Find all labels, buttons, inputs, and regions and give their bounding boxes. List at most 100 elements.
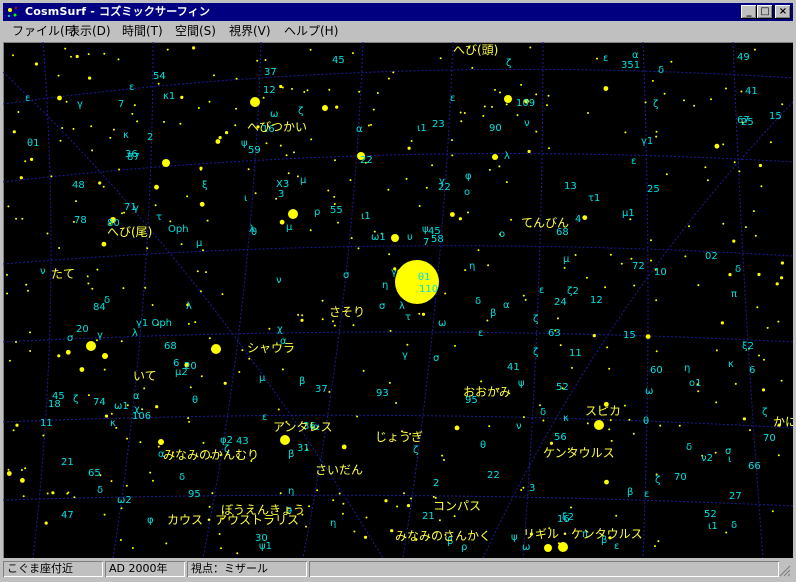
star-label: 45 xyxy=(52,391,65,402)
star-label: γ xyxy=(77,99,83,110)
star xyxy=(403,492,405,495)
star xyxy=(678,424,681,427)
star xyxy=(722,143,725,146)
constellation-name[interactable]: へび(頭) xyxy=(453,43,498,57)
resize-grip-icon[interactable] xyxy=(779,565,791,577)
close-button[interactable]: × xyxy=(775,5,791,19)
star-map[interactable]: 95 70 37 θ ρ χ τ1 22 20 6 02 93 2 59 ε β 43 δ 25 υ 18 15 ρ ζ κ ν τ… xyxy=(3,42,793,558)
star xyxy=(406,343,409,346)
star xyxy=(136,120,139,123)
constellation-name[interactable]: みなみのさんかく xyxy=(395,529,491,543)
star xyxy=(281,86,284,89)
constellation-name[interactable]: いて xyxy=(133,369,157,383)
star-label: ν xyxy=(276,275,282,286)
star xyxy=(131,112,134,115)
constellation-name[interactable]: ケンタウルス xyxy=(543,446,615,460)
minimize-button[interactable]: _ xyxy=(741,5,757,19)
star-label: ι1 xyxy=(708,521,718,532)
star-label: Oph xyxy=(168,224,189,235)
title-bar[interactable]: CosmSurf - コズミックサーフィン _ □ × xyxy=(3,3,793,21)
constellation-name[interactable]: みなみのかんむり xyxy=(163,448,259,462)
star-label: μ1 xyxy=(622,208,635,219)
menu-help[interactable]: ヘルプ(H) xyxy=(281,23,341,39)
star xyxy=(309,229,312,232)
star xyxy=(7,468,10,471)
star xyxy=(356,415,359,418)
star xyxy=(732,239,736,243)
constellation-name[interactable]: さそり xyxy=(329,305,365,319)
star xyxy=(357,247,360,250)
star xyxy=(58,247,61,249)
star-label: 78 xyxy=(74,215,87,226)
star xyxy=(706,179,709,182)
menu-view[interactable]: 表示(D) xyxy=(65,23,114,39)
constellation-name[interactable]: アンタレス xyxy=(273,420,333,434)
menu-space[interactable]: 空間(S) xyxy=(172,23,219,39)
constellation-name[interactable]: へび(尾) xyxy=(107,225,152,239)
bright-star xyxy=(594,420,604,430)
constellation-name[interactable]: たて xyxy=(51,267,75,281)
star xyxy=(73,496,76,499)
star-label: 12 xyxy=(590,295,603,306)
star xyxy=(529,46,532,49)
constellation-name[interactable]: じょうぎ xyxy=(375,430,423,444)
star-label: γ1 xyxy=(641,136,653,147)
star-label: σ xyxy=(67,333,74,344)
star-label: θ1 xyxy=(418,272,430,283)
constellation-name[interactable]: さいだん xyxy=(315,463,363,477)
status-epoch: AD 2000年 xyxy=(105,561,185,577)
constellation-name[interactable]: おおかみ xyxy=(463,385,511,399)
star xyxy=(333,324,336,327)
star xyxy=(103,513,106,516)
star xyxy=(410,497,412,500)
star xyxy=(604,479,609,485)
constellation-name[interactable]: てんびん xyxy=(521,216,569,230)
star-label: 10 xyxy=(654,267,667,278)
star xyxy=(632,432,635,435)
star xyxy=(477,249,480,252)
constellation-name[interactable]: カウス・アウストラリス xyxy=(167,513,299,527)
menu-time[interactable]: 時間(T) xyxy=(119,23,166,39)
star xyxy=(406,504,411,508)
star xyxy=(110,412,113,415)
star xyxy=(15,217,18,220)
star xyxy=(697,284,700,287)
star xyxy=(582,215,588,221)
star-map-canvas[interactable]: 957037θρχτ12220 60293259εβ43δ25υ1815ρζκντ… xyxy=(3,42,793,558)
star xyxy=(65,349,71,355)
maximize-button[interactable]: □ xyxy=(757,5,773,19)
star-label: 11 xyxy=(40,418,53,429)
constellation-name[interactable]: へびつかい xyxy=(247,120,307,134)
star xyxy=(91,287,94,290)
star-label: θ xyxy=(643,416,649,427)
star-label: ι1 xyxy=(361,211,371,222)
star xyxy=(655,130,658,133)
constellation-name[interactable]: スピカ xyxy=(585,404,621,418)
star xyxy=(188,420,191,423)
menu-field[interactable]: 視界(V) xyxy=(226,23,274,39)
star xyxy=(609,253,612,256)
app-icon[interactable] xyxy=(5,4,21,20)
star xyxy=(72,127,75,130)
star xyxy=(86,275,89,278)
constellation-name[interactable]: リギル・ケンタウルス xyxy=(523,527,643,541)
star-label: ρ xyxy=(314,207,320,218)
star xyxy=(241,349,244,352)
star-label: θ1 xyxy=(27,138,39,149)
star xyxy=(186,195,189,198)
bright-star xyxy=(250,97,260,107)
star-label: θ xyxy=(192,395,198,406)
star xyxy=(630,257,633,260)
constellation-name[interactable]: シャウラ xyxy=(247,341,295,355)
star xyxy=(585,276,588,279)
star xyxy=(24,160,27,163)
constellation-name[interactable]: かに xyxy=(773,415,793,429)
star xyxy=(279,144,282,147)
star xyxy=(126,437,129,440)
star xyxy=(609,419,612,422)
star-label: 3 xyxy=(529,483,535,494)
star-label: λ xyxy=(132,328,138,339)
grid-line xyxy=(3,153,793,183)
star-label: 7 xyxy=(118,99,124,110)
constellation-name[interactable]: コンパス xyxy=(433,499,481,513)
